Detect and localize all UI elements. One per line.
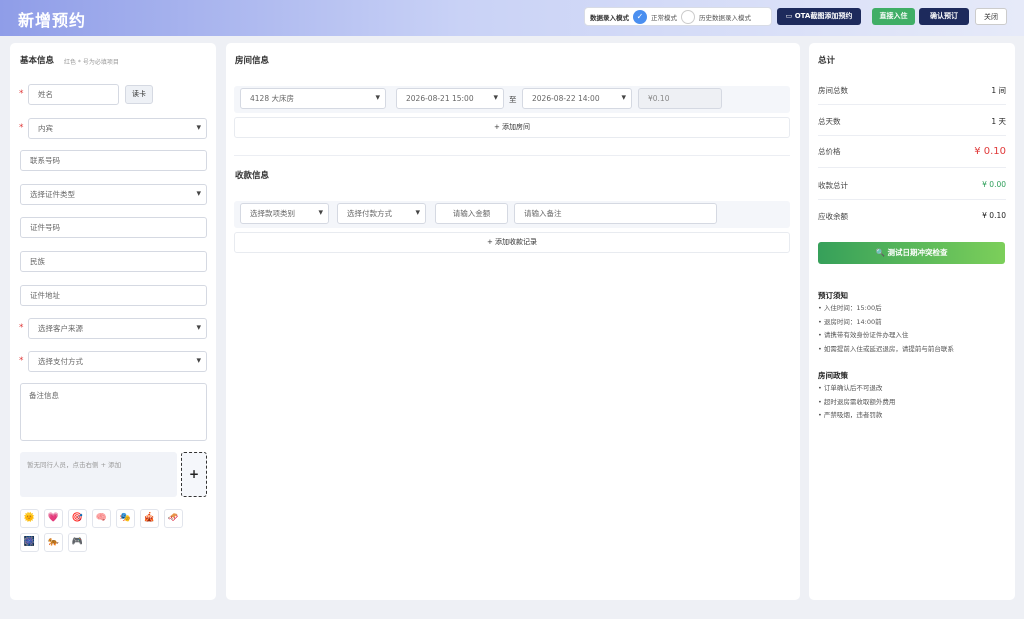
name-input[interactable]: 姓名 bbox=[28, 84, 119, 105]
payment-info-title: 收款信息 bbox=[235, 171, 270, 181]
room-payment-panel: 房间信息 4128 大床房 2026-08-21 15:00 至 2026-08… bbox=[226, 43, 800, 600]
summary-label: 总天数 bbox=[818, 117, 841, 126]
room-select[interactable]: 4128 大床房 bbox=[240, 88, 386, 109]
id-address-input[interactable]: 证件地址 bbox=[20, 285, 207, 306]
payment-method-select[interactable]: 选择支付方式 bbox=[28, 351, 207, 372]
summary-label: 房间总数 bbox=[818, 86, 848, 95]
gamepad-emoji-tag[interactable]: 🎮 bbox=[68, 533, 87, 552]
summary-row-payment-total: 收款总计 ¥ 0.00 bbox=[818, 180, 1006, 196]
summary-label: 应收余额 bbox=[818, 212, 848, 221]
balance-value: ¥ 0.10 bbox=[982, 211, 1006, 220]
ota-button-label: OTA截图添加预约 bbox=[794, 12, 853, 20]
id-type-select[interactable]: 选择证件类型 bbox=[20, 184, 207, 205]
checkin-time-picker[interactable]: 2026-08-21 15:00 bbox=[396, 88, 504, 109]
read-card-button[interactable]: 读卡 bbox=[125, 85, 153, 104]
summary-label: 收款总计 bbox=[818, 181, 848, 190]
companion-list: 暂无同行人员，点击右侧 + 添加 bbox=[20, 452, 177, 497]
required-mark: * bbox=[19, 356, 24, 366]
total-price-value: ¥ 0.10 bbox=[974, 146, 1006, 157]
summary-row-balance: 应收余额 ¥ 0.10 bbox=[818, 211, 1006, 227]
ota-screenshot-button[interactable]: ▭ OTA截图添加预约 bbox=[777, 8, 861, 25]
payment-total-value: ¥ 0.00 bbox=[982, 180, 1006, 189]
customer-source-select[interactable]: 选择客户来源 bbox=[28, 318, 207, 339]
ethnicity-input[interactable]: 民族 bbox=[20, 251, 207, 272]
policy-item: • 订单确认后不可退改 bbox=[818, 384, 883, 392]
guest-type-select[interactable]: 内宾 bbox=[28, 118, 207, 139]
required-hint: 红色 * 号为必填项目 bbox=[64, 59, 119, 66]
summary-title: 总计 bbox=[818, 56, 836, 66]
normal-mode-radio[interactable]: ✓ bbox=[633, 9, 647, 24]
masks-emoji-tag[interactable]: 🎭 bbox=[116, 509, 135, 528]
add-room-button[interactable]: + 添加房间 bbox=[234, 117, 790, 138]
tiger-emoji-tag[interactable]: 🐅 bbox=[44, 533, 63, 552]
checkout-time-picker[interactable]: 2026-08-22 14:00 bbox=[522, 88, 632, 109]
summary-value: 1 天 bbox=[991, 117, 1006, 126]
section-divider bbox=[234, 155, 790, 156]
basic-info-title: 基本信息 bbox=[20, 56, 55, 66]
history-mode-label[interactable]: 历史数据录入模式 bbox=[699, 12, 751, 22]
basic-info-panel: 基本信息 红色 * 号为必填项目 * 姓名 读卡 * 内宾 联系号码 选择证件类… bbox=[10, 43, 216, 600]
summary-value: 1 间 bbox=[991, 86, 1006, 95]
fireworks-emoji-tag[interactable]: 🎆 bbox=[20, 533, 39, 552]
top-header: 新增预约 数据录入模式 ✓ 正常模式 历史数据录入模式 ▭ OTA截图添加预约 … bbox=[0, 0, 1024, 36]
close-button[interactable]: 关闭 bbox=[975, 8, 1007, 25]
policy-item: • 超时退房需收取额外费用 bbox=[818, 398, 896, 406]
add-payment-record-button[interactable]: + 添加收款记录 bbox=[234, 232, 790, 253]
payment-remark-input[interactable]: 请输入备注 bbox=[514, 203, 717, 224]
add-companion-button[interactable]: + bbox=[181, 452, 207, 497]
sun-emoji-tag[interactable]: 🌞 bbox=[20, 509, 39, 528]
summary-row-total-days: 总天数 1 天 bbox=[818, 116, 1006, 132]
sled-emoji-tag[interactable]: 🛷 bbox=[164, 509, 183, 528]
brain-emoji-tag[interactable]: 🧠 bbox=[92, 509, 111, 528]
summary-label: 总价格 bbox=[818, 147, 841, 156]
notice-item: • 入住时间：15:00后 bbox=[818, 304, 882, 312]
notice-item: • 退房时间：14:00前 bbox=[818, 318, 882, 326]
remark-textarea[interactable]: 备注信息 bbox=[20, 383, 207, 441]
policy-item: • 严禁吸烟，违者罚款 bbox=[818, 411, 883, 419]
image-icon: ▭ bbox=[785, 12, 795, 20]
required-mark: * bbox=[19, 89, 24, 99]
summary-divider bbox=[818, 167, 1006, 168]
search-icon: 🔍 bbox=[875, 248, 888, 257]
history-mode-radio[interactable] bbox=[681, 9, 695, 24]
date-conflict-check-button[interactable]: 🔍 测试日期冲突检查 bbox=[818, 242, 1005, 264]
required-mark: * bbox=[19, 323, 24, 333]
payment-method-select[interactable]: 选择付款方式 bbox=[337, 203, 426, 224]
room-price-field: ¥0.10 bbox=[638, 88, 722, 109]
direct-checkin-button[interactable]: 直接入住 bbox=[872, 8, 915, 25]
room-policy-title: 房间政策 bbox=[818, 371, 848, 380]
id-number-input[interactable]: 证件号码 bbox=[20, 217, 207, 238]
required-mark: * bbox=[19, 123, 24, 133]
target-emoji-tag[interactable]: 🎯 bbox=[68, 509, 87, 528]
summary-row-room-count: 房间总数 1 间 bbox=[818, 85, 1006, 101]
summary-divider bbox=[818, 135, 1006, 136]
date-range-separator: 至 bbox=[509, 95, 517, 104]
mode-label: 数据录入模式 bbox=[590, 13, 629, 22]
phone-input[interactable]: 联系号码 bbox=[20, 150, 207, 171]
amount-input[interactable]: 请输入金额 bbox=[435, 203, 508, 224]
summary-divider bbox=[818, 104, 1006, 105]
payment-category-select[interactable]: 选择款项类别 bbox=[240, 203, 329, 224]
room-info-title: 房间信息 bbox=[235, 56, 270, 66]
data-entry-mode-selector: 数据录入模式 ✓ 正常模式 历史数据录入模式 bbox=[584, 7, 772, 26]
confirm-booking-button[interactable]: 确认预订 bbox=[919, 8, 969, 25]
page-title: 新增预约 bbox=[18, 11, 87, 30]
normal-mode-label[interactable]: 正常模式 bbox=[651, 12, 677, 22]
heart-emoji-tag[interactable]: 💗 bbox=[44, 509, 63, 528]
tent-emoji-tag[interactable]: 🎪 bbox=[140, 509, 159, 528]
summary-divider bbox=[818, 199, 1006, 200]
summary-row-total-price: 总价格 ¥ 0.10 bbox=[818, 146, 1006, 162]
notice-item: • 请携带有效身份证件办理入住 bbox=[818, 331, 909, 339]
summary-panel: 总计 房间总数 1 间 总天数 1 天 总价格 ¥ 0.10 收款总计 ¥ 0.… bbox=[809, 43, 1015, 600]
booking-notice-title: 预订须知 bbox=[818, 291, 848, 300]
notice-item: • 如需提前入住或延迟退房，请提前与前台联系 bbox=[818, 345, 954, 353]
check-button-label: 测试日期冲突检查 bbox=[887, 248, 948, 257]
